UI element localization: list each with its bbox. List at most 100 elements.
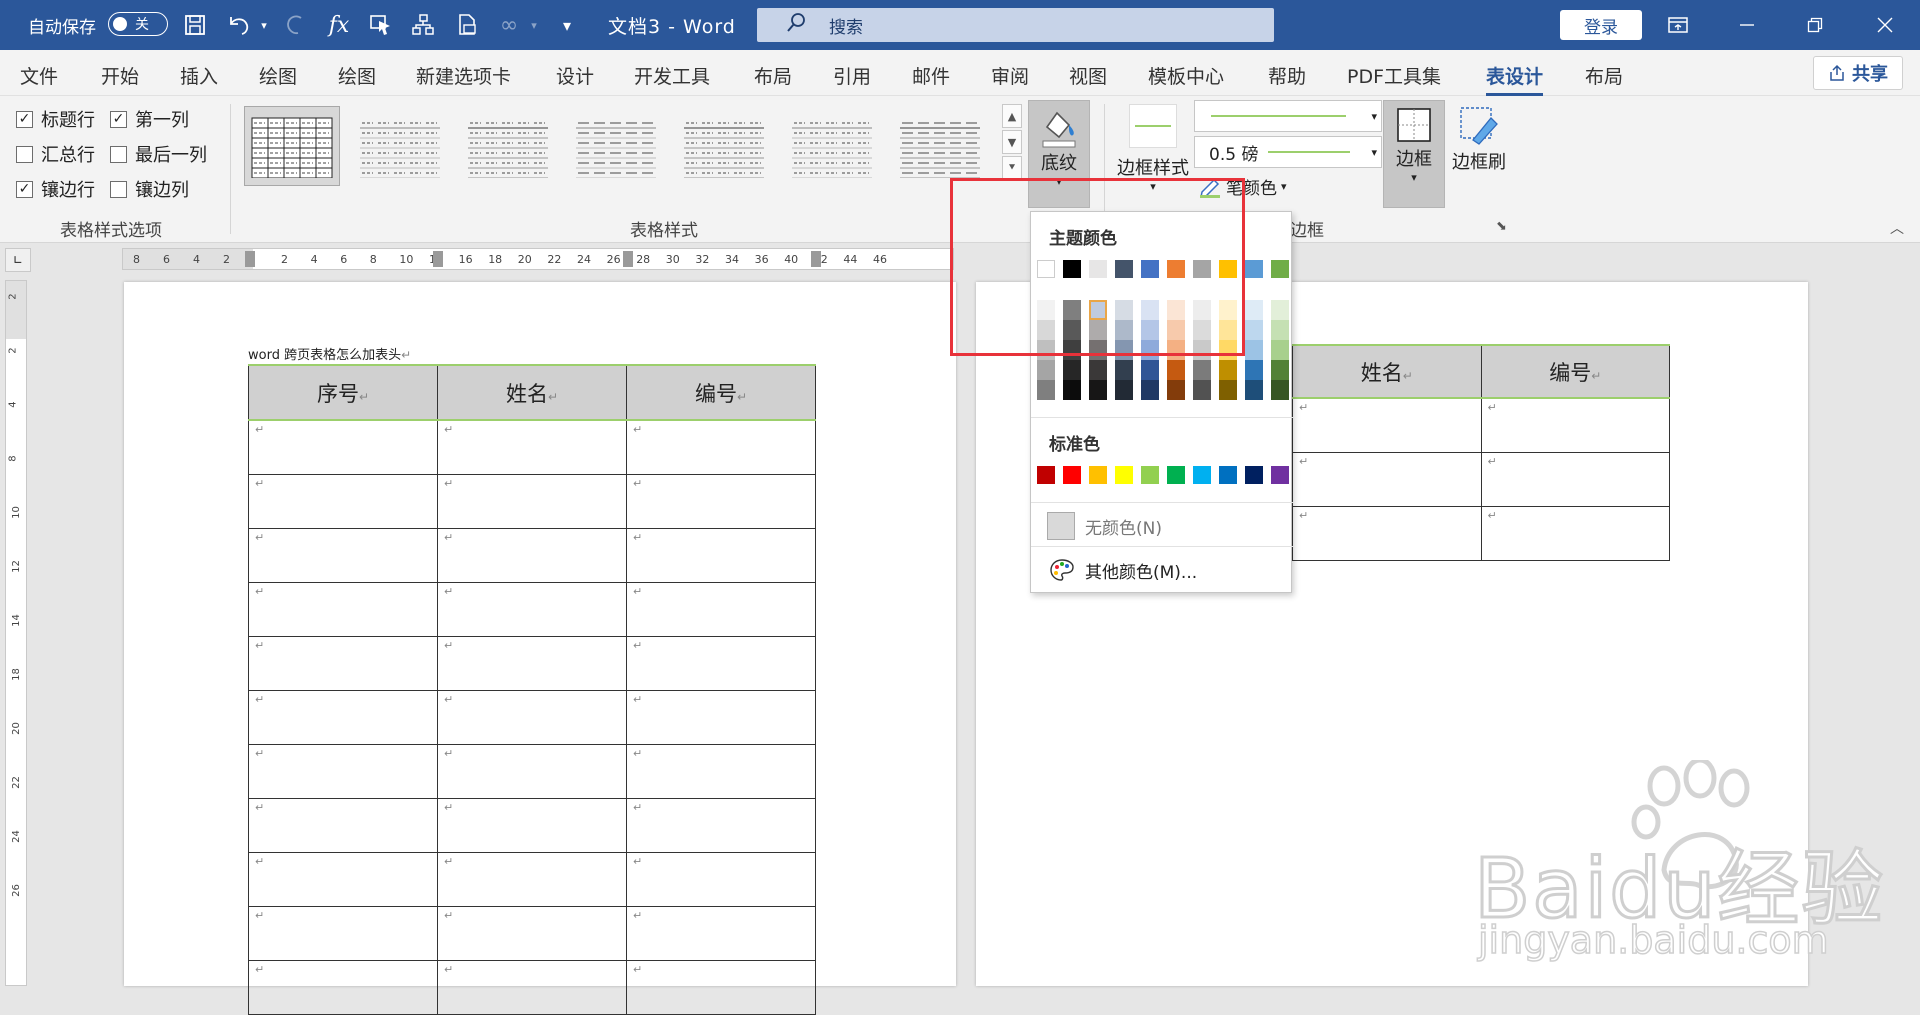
table-style-thumbnail[interactable] (568, 106, 664, 186)
table-row[interactable]: ↵ ↵ ↵ (248, 959, 816, 1015)
color-shade-swatch[interactable] (1219, 360, 1237, 380)
color-shade-swatch[interactable] (1245, 360, 1263, 380)
color-swatch[interactable] (1245, 466, 1263, 484)
border-painter-button[interactable]: 边框刷 (1448, 104, 1510, 174)
table-cell[interactable]: ↵ (248, 581, 438, 637)
table-row[interactable]: ↵ ↵ ↵ (248, 905, 816, 961)
table-cell[interactable]: ↵ (626, 743, 816, 799)
color-shade-swatch[interactable] (1245, 340, 1263, 360)
table-cell[interactable]: ↵ (437, 959, 627, 1015)
tab-review[interactable]: 审阅 (991, 62, 1029, 89)
color-shade-swatch[interactable] (1167, 380, 1185, 400)
table-cell[interactable]: ↵ (248, 851, 438, 907)
color-shade-swatch[interactable] (1245, 380, 1263, 400)
tab-file[interactable]: 文件 (20, 62, 58, 89)
table-style-thumbnail[interactable] (676, 106, 772, 186)
color-shade-swatch[interactable] (1271, 320, 1289, 340)
table-cell[interactable]: ↵ (248, 527, 438, 583)
table-cell[interactable]: ↵ (1480, 451, 1670, 507)
color-swatch[interactable] (1063, 466, 1081, 484)
tab-draw[interactable]: 绘图 (259, 62, 297, 89)
table-row[interactable]: ↵ ↵ (1292, 451, 1670, 507)
color-shade-swatch[interactable] (1271, 300, 1289, 320)
table-row[interactable]: ↵ ↵ (1292, 505, 1670, 561)
last-column-checkbox[interactable]: 最后一列 (110, 141, 207, 167)
table-cell[interactable]: ↵ (626, 527, 816, 583)
table-row[interactable]: ↵ ↵ (1292, 397, 1670, 453)
color-shade-swatch[interactable] (1271, 380, 1289, 400)
save-icon[interactable] (178, 0, 212, 50)
dialog-launcher-icon[interactable]: ⬊ (1496, 219, 1507, 234)
ruler-column-marker[interactable] (811, 251, 821, 267)
color-shade-swatch[interactable] (1037, 380, 1055, 400)
table-cell[interactable]: ↵ (248, 635, 438, 691)
first-column-checkbox[interactable]: ✓ 第一列 (110, 106, 189, 132)
autosave-toggle[interactable]: 关 (108, 12, 168, 36)
more-colors-menu-item[interactable]: 其他颜色(M)... (1031, 550, 1293, 590)
share-button[interactable]: 共享 (1813, 56, 1903, 90)
color-shade-swatch[interactable] (1089, 360, 1107, 380)
table-cell[interactable]: ↵ (437, 419, 627, 475)
gallery-scroll-down-icon[interactable]: ▼ (1002, 130, 1022, 154)
tab-new-tab[interactable]: 新建选项卡 (416, 62, 511, 89)
color-shade-swatch[interactable] (1167, 360, 1185, 380)
color-shade-swatch[interactable] (1115, 360, 1133, 380)
color-shade-swatch[interactable] (1193, 380, 1211, 400)
table-header-cell[interactable]: 编号↵ (1480, 344, 1670, 399)
color-shade-swatch[interactable] (1115, 380, 1133, 400)
table-row[interactable]: ↵ ↵ ↵ (248, 635, 816, 691)
color-shade-swatch[interactable] (1271, 340, 1289, 360)
tab-table-layout[interactable]: 布局 (1585, 62, 1623, 89)
table-cell[interactable]: ↵ (626, 635, 816, 691)
table-cell[interactable]: ↵ (437, 689, 627, 745)
table-cell[interactable]: ↵ (1480, 397, 1670, 453)
ruler-column-marker[interactable] (623, 251, 633, 267)
table-cell[interactable]: ↵ (1292, 505, 1482, 561)
header-row-checkbox[interactable]: ✓ 标题行 (16, 106, 95, 132)
undo-icon[interactable] (222, 0, 256, 50)
table-cell[interactable]: ↵ (437, 581, 627, 637)
table-cell[interactable]: ↵ (437, 635, 627, 691)
close-icon[interactable] (1855, 0, 1915, 50)
banded-rows-checkbox[interactable]: ✓ 镶边行 (16, 176, 95, 202)
color-swatch[interactable] (1037, 466, 1055, 484)
ruler-column-marker[interactable] (245, 251, 255, 267)
color-swatch[interactable] (1141, 466, 1159, 484)
tab-pdf-tools[interactable]: PDF工具集 (1347, 62, 1441, 89)
color-shade-swatch[interactable] (1271, 360, 1289, 380)
tab-help[interactable]: 帮助 (1268, 62, 1306, 89)
color-shade-swatch[interactable] (1063, 380, 1081, 400)
table-row[interactable]: ↵ ↵ ↵ (248, 581, 816, 637)
color-shade-swatch[interactable] (1245, 320, 1263, 340)
table-cell[interactable]: ↵ (437, 473, 627, 529)
color-shade-swatch[interactable] (1193, 360, 1211, 380)
customize-quick-access-icon[interactable]: ▾ (550, 0, 584, 50)
document-table[interactable]: 序号↵ 姓名↵ 编号↵ ↵ ↵ ↵ ↵ ↵ ↵ ↵ ↵ ↵ ↵ ↵ ↵ ↵ ↵ ↵ ↵ ↵ ↵ ↵ ↵ ↵ ↵ ↵ ↵ ↵ ↵ ↵ ↵ ↵ ↵ ↵… (248, 364, 816, 1015)
table-style-thumbnail[interactable] (784, 106, 880, 186)
table-cell[interactable]: ↵ (626, 689, 816, 745)
collapse-ribbon-icon[interactable]: ︿ (1890, 218, 1904, 238)
table-cell[interactable]: ↵ (626, 959, 816, 1015)
color-shade-swatch[interactable] (1245, 300, 1263, 320)
org-chart-icon[interactable] (406, 0, 440, 50)
table-cell[interactable]: ↵ (248, 905, 438, 961)
table-row[interactable]: ↵ ↵ ↵ (248, 689, 816, 745)
formula-icon[interactable]: fx (322, 0, 356, 50)
tab-template-center[interactable]: 模板中心 (1148, 62, 1224, 89)
table-header-cell[interactable]: 序号↵ (248, 364, 438, 421)
color-swatch[interactable] (1271, 466, 1289, 484)
horizontal-ruler[interactable]: 8642246810141618202224262830323436404244… (122, 248, 954, 270)
table-row[interactable]: ↵ ↵ ↵ (248, 473, 816, 529)
color-swatch[interactable] (1219, 466, 1237, 484)
line-weight-select[interactable]: 0.5 磅 ▾ (1194, 136, 1382, 168)
table-cell[interactable]: ↵ (437, 851, 627, 907)
table-cell[interactable]: ↵ (248, 473, 438, 529)
table-cell[interactable]: ↵ (1292, 397, 1482, 453)
table-row[interactable]: ↵ ↵ ↵ (248, 743, 816, 799)
color-shade-swatch[interactable] (1089, 380, 1107, 400)
table-cell[interactable]: ↵ (248, 959, 438, 1015)
table-cell[interactable]: ↵ (437, 797, 627, 853)
tab-home[interactable]: 开始 (101, 62, 139, 89)
tab-design[interactable]: 设计 (556, 62, 594, 89)
document-export-icon[interactable] (450, 0, 484, 50)
